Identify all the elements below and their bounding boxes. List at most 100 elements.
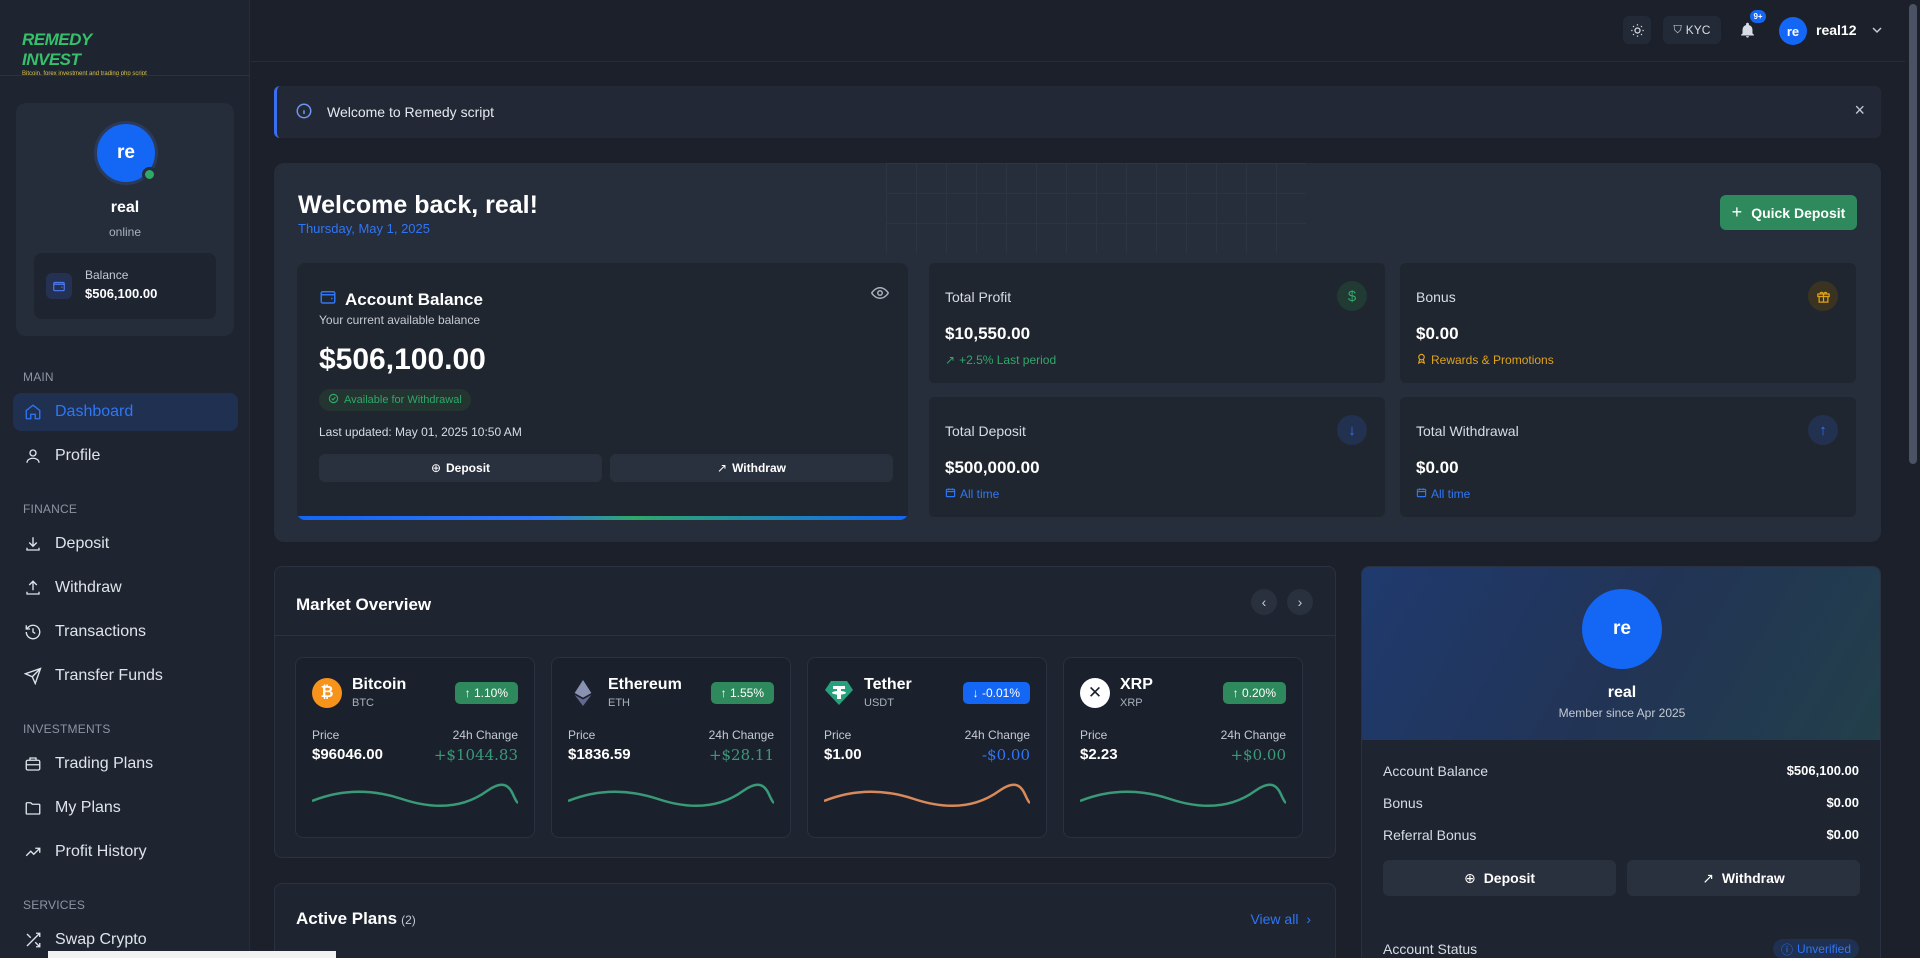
topbar-username[interactable]: real12 bbox=[1816, 22, 1856, 38]
avatar[interactable]: re bbox=[1779, 17, 1807, 45]
stat-label: Total Deposit bbox=[945, 423, 1026, 439]
coin-card-tether[interactable]: Tether USDT ↓ -0.01% Price 24h Change $1… bbox=[807, 657, 1047, 838]
coin-card-bitcoin[interactable]: ₿ Bitcoin BTC ↑ 1.10% Price 24h Change $… bbox=[295, 657, 535, 838]
browser-download-bar bbox=[48, 951, 336, 958]
row-value: $0.00 bbox=[1826, 795, 1859, 810]
sidebar-item-label: Transfer Funds bbox=[55, 667, 163, 684]
stat-sub-text: All time bbox=[1431, 487, 1471, 501]
bell-icon bbox=[1740, 22, 1754, 38]
coin-name: Tether bbox=[864, 676, 912, 693]
balance-label: Balance bbox=[85, 268, 129, 282]
upload-icon bbox=[23, 578, 43, 598]
row-label: Referral Bonus bbox=[1383, 827, 1477, 843]
page-title: Welcome back, real! bbox=[298, 191, 538, 219]
sidebar-item-label: Dashboard bbox=[55, 403, 134, 420]
eye-icon[interactable] bbox=[870, 284, 890, 307]
page-scrollbar[interactable] bbox=[1905, 0, 1920, 958]
sidebar-item-trading-plans[interactable]: Trading Plans bbox=[13, 745, 238, 783]
sidebar-item-profit-history[interactable]: Profit History bbox=[13, 833, 238, 871]
change-label: 24h Change bbox=[1220, 728, 1286, 742]
stat-card-total-profit: Total Profit $ $10,550.00 ↗ +2.5% Last p… bbox=[929, 263, 1385, 383]
calendar-icon bbox=[1416, 487, 1427, 501]
coin-symbol: ETH bbox=[608, 697, 630, 709]
sparkline bbox=[312, 783, 518, 807]
sidebar-item-withdraw[interactable]: Withdraw bbox=[13, 569, 238, 607]
deposit-button[interactable]: ⊕ Deposit bbox=[1383, 860, 1616, 896]
sidebar-item-label: My Plans bbox=[55, 799, 121, 816]
profile-summary-card: re real Member since Apr 2025 Account Ba… bbox=[1361, 566, 1881, 958]
sidebar-item-dashboard[interactable]: Dashboard bbox=[13, 393, 238, 431]
history-icon bbox=[23, 622, 43, 642]
deposit-label: Deposit bbox=[446, 461, 491, 475]
check-circle-icon bbox=[328, 393, 339, 407]
view-all-link[interactable]: View all › bbox=[1250, 911, 1311, 927]
sidebar-item-label: Deposit bbox=[55, 535, 110, 552]
row-value: $0.00 bbox=[1826, 827, 1859, 842]
theme-toggle-button[interactable] bbox=[1623, 16, 1651, 44]
nav-section-finance: FINANCE bbox=[23, 502, 78, 516]
nav-section-investments: INVESTMENTS bbox=[23, 722, 111, 736]
change-badge: ↑ 0.20% bbox=[1222, 682, 1286, 704]
sidebar-item-deposit[interactable]: Deposit bbox=[13, 525, 238, 563]
balance-progress-bar bbox=[297, 516, 908, 520]
sidebar-item-label: Transactions bbox=[55, 623, 146, 640]
user-status: online bbox=[108, 225, 142, 239]
coin-price: $96046.00 bbox=[312, 746, 383, 763]
chevron-right-icon[interactable]: › bbox=[1287, 589, 1313, 615]
account-balance-subtitle: Your current available balance bbox=[319, 313, 480, 327]
stat-sub: Rewards & Promotions bbox=[1416, 353, 1554, 367]
active-plans-label: Active Plans bbox=[296, 909, 398, 928]
balance-value: $506,100.00 bbox=[85, 286, 158, 301]
withdraw-button[interactable]: ↗ Withdraw bbox=[610, 454, 893, 482]
account-balance-amount: $506,100.00 bbox=[319, 343, 486, 376]
kyc-button[interactable]: ⛉ KYC bbox=[1663, 16, 1721, 44]
arrow-up-icon: ↑ bbox=[1808, 415, 1838, 445]
close-icon[interactable]: × bbox=[1854, 100, 1865, 121]
briefcase-icon bbox=[23, 754, 43, 774]
market-overview-panel: Market Overview ‹ › ₿ Bitcoin BTC ↑ 1.10… bbox=[274, 566, 1336, 858]
available-badge: Available for Withdrawal bbox=[319, 389, 471, 411]
logo-tagline: Bitcoin, forex investment and trading ph… bbox=[22, 71, 147, 77]
gift-icon bbox=[1808, 281, 1838, 311]
sidebar-item-profile[interactable]: Profile bbox=[13, 437, 238, 475]
scrollbar-thumb[interactable] bbox=[1909, 4, 1917, 464]
sparkline bbox=[824, 783, 1030, 807]
chevron-left-icon[interactable]: ‹ bbox=[1251, 589, 1277, 615]
sidebar-item-transactions[interactable]: Transactions bbox=[13, 613, 238, 651]
stat-value: $0.00 bbox=[1416, 324, 1459, 343]
sidebar-item-transfer-funds[interactable]: Transfer Funds bbox=[13, 657, 238, 695]
available-label: Available for Withdrawal bbox=[344, 394, 462, 406]
market-overview-title: Market Overview bbox=[296, 595, 432, 614]
chevron-down-icon[interactable] bbox=[1869, 22, 1885, 43]
row-label: Account Balance bbox=[1383, 763, 1489, 779]
sidebar-item-label: Withdraw bbox=[55, 579, 122, 596]
change-badge: ↑ 1.10% bbox=[454, 682, 518, 704]
status-value: Unverified bbox=[1796, 942, 1851, 956]
shuffle-icon bbox=[23, 930, 43, 950]
withdraw-button[interactable]: ↗ Withdraw bbox=[1627, 860, 1860, 896]
tether-icon bbox=[824, 678, 854, 708]
row-label: Bonus bbox=[1383, 795, 1423, 811]
account-status-label: Account Status bbox=[1383, 941, 1478, 957]
notification-badge: 9+ bbox=[1750, 10, 1766, 23]
stat-sub: All time bbox=[1416, 487, 1470, 501]
account-balance-card: Account Balance Your current available b… bbox=[297, 263, 908, 520]
brand-logo[interactable]: REMEDY INVEST Bitcoin, forex investment … bbox=[22, 30, 147, 77]
quick-deposit-button[interactable]: + Quick Deposit bbox=[1720, 195, 1857, 230]
alert-message: Welcome to Remedy script bbox=[327, 104, 495, 120]
row-value: $506,100.00 bbox=[1786, 763, 1859, 778]
coin-card-xrp[interactable]: ✕ XRP XRP ↑ 0.20% Price 24h Change $2.23… bbox=[1063, 657, 1303, 838]
sparkline bbox=[568, 783, 774, 807]
xrp-icon: ✕ bbox=[1080, 678, 1110, 708]
deposit-button[interactable]: ⊕ Deposit bbox=[319, 454, 602, 482]
change-label: 24h Change bbox=[708, 728, 774, 742]
profile-row-bonus: Bonus $0.00 bbox=[1383, 795, 1859, 811]
user-icon bbox=[23, 446, 43, 466]
sidebar-item-my-plans[interactable]: My Plans bbox=[13, 789, 238, 827]
change-label: 24h Change bbox=[452, 728, 518, 742]
stat-value: $10,550.00 bbox=[945, 324, 1031, 343]
active-plans-panel: Active Plans (2) View all › bbox=[274, 883, 1336, 958]
coin-card-ethereum[interactable]: Ethereum ETH ↑ 1.55% Price 24h Change $1… bbox=[551, 657, 791, 838]
nav-section-services: SERVICES bbox=[23, 898, 86, 912]
kyc-label: KYC bbox=[1685, 23, 1711, 37]
